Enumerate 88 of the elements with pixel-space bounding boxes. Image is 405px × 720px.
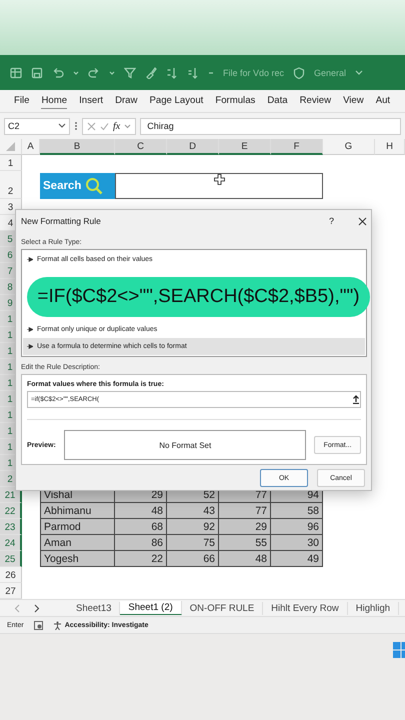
column-header[interactable]: C [115,139,167,155]
column-header[interactable]: F [271,139,323,155]
bullet-icon [27,257,33,262]
cursor-icon [214,174,224,185]
redo-icon[interactable] [88,66,100,78]
undo-icon[interactable] [52,66,64,78]
row-header[interactable]: 23 [0,519,22,535]
table-cell: Aman [40,535,115,551]
table-cell: 49 [271,551,323,567]
column-header[interactable]: D [167,139,219,155]
caret-icon [58,123,66,129]
sheet-tab[interactable]: Highligh [348,602,400,614]
row-header[interactable]: 1 [0,155,22,171]
ribbon-tab[interactable]: Data [267,93,288,109]
table-cell: 75 [167,535,219,551]
ribbon-tab[interactable]: View [343,93,364,109]
caret-icon [124,124,132,128]
filter-icon[interactable] [124,66,136,78]
sheet-tab[interactable]: Hihlt Every Row [263,602,348,614]
sort-icon[interactable] [187,66,199,78]
cell-reference: C2 [8,121,20,131]
search-label: Search [43,180,82,192]
insert-function-button[interactable]: fx [113,120,120,132]
sort-icon[interactable] [166,66,178,78]
ribbon-tab[interactable]: Page Layout [149,93,204,109]
table-cell: 48 [219,551,271,567]
table-cell: 58 [271,503,323,519]
table-cell: 77 [219,503,271,519]
row-header[interactable]: 22 [0,503,22,519]
help-button[interactable]: ? [328,216,334,226]
table-cell: 43 [167,503,219,519]
ribbon-tab[interactable]: Insert [79,93,104,109]
table-cell: Abhimanu [40,503,115,519]
shield-icon[interactable] [293,66,306,78]
row-header[interactable]: 2 [0,171,22,199]
ribbon-tab[interactable]: Formulas [215,93,256,109]
row-header[interactable]: 26 [0,567,22,583]
chevron-right-icon [34,604,40,612]
table-cell: 22 [115,551,167,567]
brush-icon[interactable] [145,66,157,78]
formula-callout: =IF($C$2<>"",SEARCH($C$2,$B5),"") [27,277,370,317]
column-header[interactable]: G [323,139,375,155]
column-header[interactable]: A [22,139,40,155]
table-cell: 66 [167,551,219,567]
name-box[interactable]: C2 [4,118,70,134]
column-header[interactable]: E [219,139,271,155]
formula-field[interactable]: Chirag [140,118,401,134]
table-cell: Yogesh [40,551,115,567]
bullet-icon [27,344,33,349]
table-cell: 55 [219,535,271,551]
table-cell: 48 [115,503,167,519]
select-all-icon [6,142,15,151]
cancel-icon [87,122,96,130]
row-header[interactable]: 24 [0,535,22,551]
table-cell: 30 [271,535,323,551]
row-header[interactable]: 21 [0,487,22,503]
check-icon [100,122,109,130]
search-icon [85,177,104,195]
sheet-tab[interactable]: Sheet1 (2) [120,601,182,615]
column-header[interactable]: B [40,139,115,155]
macro-icon [34,620,43,630]
table-cell: 96 [271,519,323,535]
bullet-icon [27,327,33,332]
ribbon-tab[interactable]: File [14,93,30,109]
search-input-cell[interactable] [115,173,323,199]
save-icon[interactable] [31,66,43,78]
row-header[interactable]: 25 [0,551,22,567]
ribbon-tab[interactable]: Draw [115,93,138,109]
table-cell: 68 [115,519,167,535]
excel-icon[interactable] [10,66,22,78]
windows-logo-icon [393,642,405,658]
sheet-tab[interactable]: ON-OFF RULE [182,602,264,614]
row-header[interactable]: 27 [0,583,22,599]
collapse-icon [352,395,360,404]
more-icon [74,121,78,131]
preview-box: No Format Set [64,430,306,460]
close-icon [358,216,367,226]
column-header[interactable]: H [375,139,405,155]
table-cell: 92 [167,519,219,535]
ribbon-tab[interactable]: Review [300,93,332,109]
accessibility-icon [52,620,62,630]
dialog-title: New Formatting Rule [21,216,102,226]
chevron-left-icon [14,604,20,612]
ribbon-tab[interactable]: Home [41,93,68,109]
table-cell: Parmod [40,519,115,535]
table-cell: 86 [115,535,167,551]
ribbon-tab[interactable]: Aut [376,93,390,109]
table-cell: 29 [219,519,271,535]
